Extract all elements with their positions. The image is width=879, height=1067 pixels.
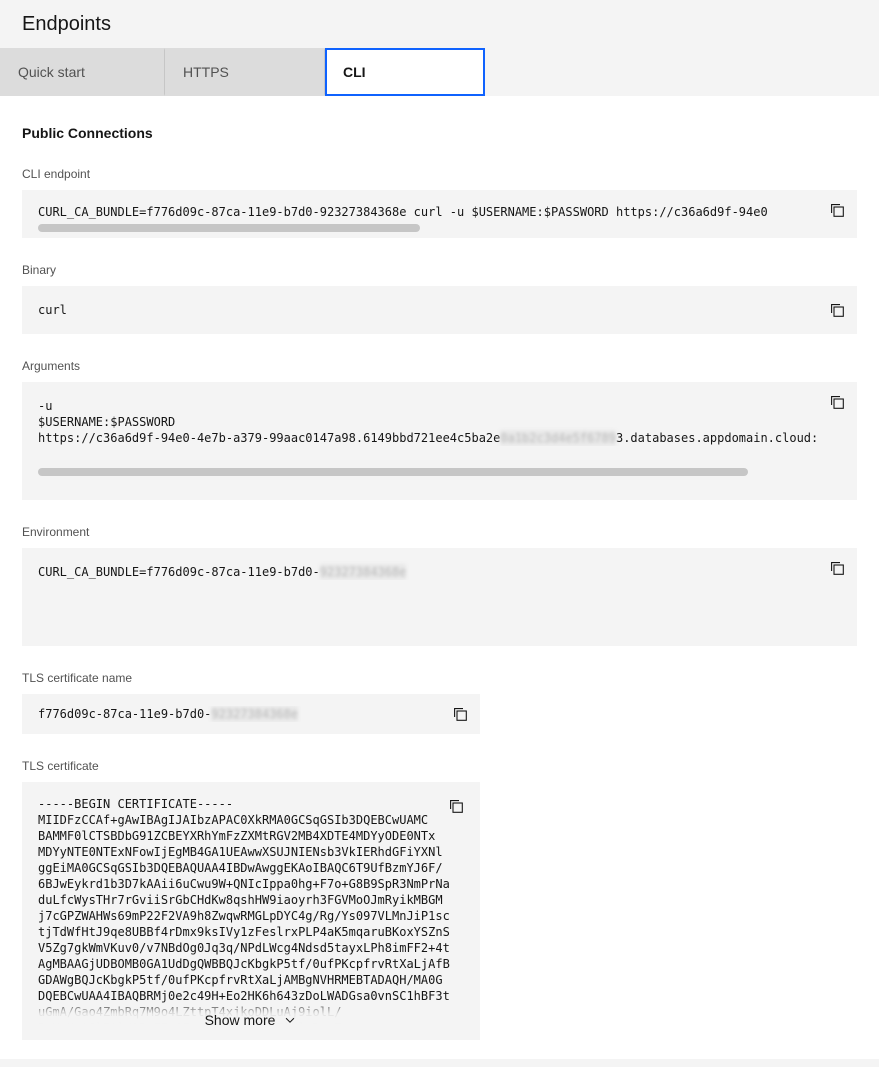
tls-certificate-line: MIIDFzCCAf+gAwIBAgIJAIbzAPAC0XkRMA0GCSqG… [38,813,429,827]
copy-icon[interactable] [436,786,476,826]
tls-certificate-line: ggEiMA0GCSqGSIb3DQEBAQUAA4IBDwAwggEKAoIB… [38,861,443,875]
arguments-body: -u $USERNAME:$PASSWORD https://c36a6d9f-… [22,382,817,484]
show-more-button[interactable]: Show more [22,1000,480,1040]
tls-certificate-label: TLS certificate [22,759,99,773]
endpoints-page: Endpoints Quick start HTTPS CLI Public C… [0,0,879,1067]
binary-label: Binary [22,263,57,277]
tls-certificate-line: 6BJwEykrd1b3D7kAAii6uCwu9W+QNIcIppa0hg+F… [38,877,450,891]
copy-icon-glyph [450,800,463,813]
tab-https-label: HTTPS [183,64,229,80]
arguments-line-1: -u [38,399,53,413]
arguments-scroll-thumb[interactable] [38,468,748,476]
copy-icon-glyph [831,396,844,409]
cli-endpoint-scroll-thumb[interactable] [38,224,420,232]
copy-icon-glyph [831,204,844,217]
page-title: Endpoints [22,13,111,35]
copy-icon[interactable] [440,694,480,734]
cli-endpoint-snippet: CURL_CA_BUNDLE=f776d09c-87ca-11e9-b7d0-9… [22,190,857,238]
environment-value: CURL_CA_BUNDLE=f776d09c-87ca-11e9-b7d0-9… [22,548,817,580]
tls-certificate-name-redacted: 92327384368e [211,706,299,722]
tls-certificate-line: j7cGPZWAHWs69mP22F2VA9h8ZwqwRMGLpDYC4g/R… [38,909,450,923]
tab-quick-start[interactable]: Quick start [0,48,165,96]
arguments-label: Arguments [22,359,81,373]
environment-snippet: CURL_CA_BUNDLE=f776d09c-87ca-11e9-b7d0-9… [22,548,857,646]
tls-certificate-line: -----BEGIN CERTIFICATE----- [38,797,234,811]
arguments-value: -u $USERNAME:$PASSWORD https://c36a6d9f-… [22,382,817,446]
cli-endpoint-label: CLI endpoint [22,167,91,181]
tls-certificate-line: tjTdWfHtJ9qe8UBBf4rDmx9ksIVy1zFeslrxPLP4… [38,925,450,939]
tls-certificate-line: duLfcWysTHr7rGviiSrGbCHdKw8qshHW9iaoyrh3… [38,893,443,907]
environment-redacted: 92327384368e [319,564,407,580]
tls-certificate-name-value: f776d09c-87ca-11e9-b7d0-92327384368e [22,706,440,722]
binary-value: curl [38,303,67,317]
arguments-scrollbar[interactable] [38,468,801,476]
show-more-label: Show more [204,1012,276,1028]
tls-certificate-line: V5Zg7gkWmVKuv0/v7NBdOg0Jq3q/NPdLWcg4Ndsd… [38,941,450,955]
binary-body: curl [22,302,817,318]
cli-endpoint-body: CURL_CA_BUNDLE=f776d09c-87ca-11e9-b7d0-9… [22,190,817,240]
copy-icon[interactable] [817,548,857,588]
chevron-down-icon-glyph [286,1017,295,1023]
cli-endpoint-value: CURL_CA_BUNDLE=f776d09c-87ca-11e9-b7d0-9… [38,205,768,219]
arguments-line-2: $USERNAME:$PASSWORD [38,415,176,429]
arguments-line-3-suffix: 3.databases.appdomain.cloud:312 [615,431,817,445]
tab-https[interactable]: HTTPS [165,48,325,96]
tab-quick-start-label: Quick start [18,64,85,80]
chevron-down-icon [283,1013,297,1027]
tab-cli[interactable]: CLI [325,48,485,96]
tls-certificate-line: AgMBAAGjUDBOMB0GA1UdDgQWBBQJcKbgkP5tf/0u… [38,957,450,971]
tls-certificate-value: -----BEGIN CERTIFICATE----- MIIDFzCCAf+g… [22,782,480,1036]
cli-panel: Public Connections CLI endpoint CURL_CA_… [0,96,879,1067]
copy-icon[interactable] [817,382,857,422]
environment-value-prefix: CURL_CA_BUNDLE=f776d09c-87ca-11e9-b7d0- [38,565,320,579]
tab-bar: Quick start HTTPS CLI [0,48,879,96]
arguments-snippet: -u $USERNAME:$PASSWORD https://c36a6d9f-… [22,382,857,500]
tls-certificate-name-prefix: f776d09c-87ca-11e9-b7d0- [38,707,212,721]
tls-certificate-line: BAMMF0lCTSBDbG91ZCBEYXRhYmFzZXMtRGV2MB4X… [38,829,436,843]
section-title: Public Connections [22,125,153,141]
copy-icon-glyph [831,562,844,575]
tls-certificate-snippet: -----BEGIN CERTIFICATE----- MIIDFzCCAf+g… [22,782,480,1040]
page-bottom-filler [0,1059,879,1067]
arguments-redacted: 0a1b2c3d4e5f6789 [500,430,616,446]
tls-certificate-name-body: f776d09c-87ca-11e9-b7d0-92327384368e [22,706,440,722]
copy-icon[interactable] [817,190,857,230]
copy-icon-glyph [831,304,844,317]
tls-certificate-line: MDYyNTE0NTExNFowIjEgMB4GA1UEAwwXSUJNIENs… [38,845,443,859]
tab-cli-label: CLI [343,64,366,80]
tls-certificate-name-label: TLS certificate name [22,671,133,685]
cli-endpoint-scrollbar[interactable] [38,224,801,232]
copy-icon[interactable] [817,290,857,330]
arguments-line-3-prefix: https://c36a6d9f-94e0-4e7b-a379-99aac014… [38,431,501,445]
environment-body: CURL_CA_BUNDLE=f776d09c-87ca-11e9-b7d0-9… [22,548,817,580]
tls-certificate-line: GDAWgBQJcKbgkP5tf/0ufPKcpfrvRtXaLjAMBgNV… [38,973,443,987]
tab-bar-filler [485,48,879,96]
copy-icon-glyph [454,708,467,721]
environment-label: Environment [22,525,90,539]
binary-snippet: curl [22,286,857,334]
tab-list: Quick start HTTPS CLI [0,48,879,96]
tls-certificate-name-snippet: f776d09c-87ca-11e9-b7d0-92327384368e [22,694,480,734]
page-header: Endpoints [0,0,879,48]
